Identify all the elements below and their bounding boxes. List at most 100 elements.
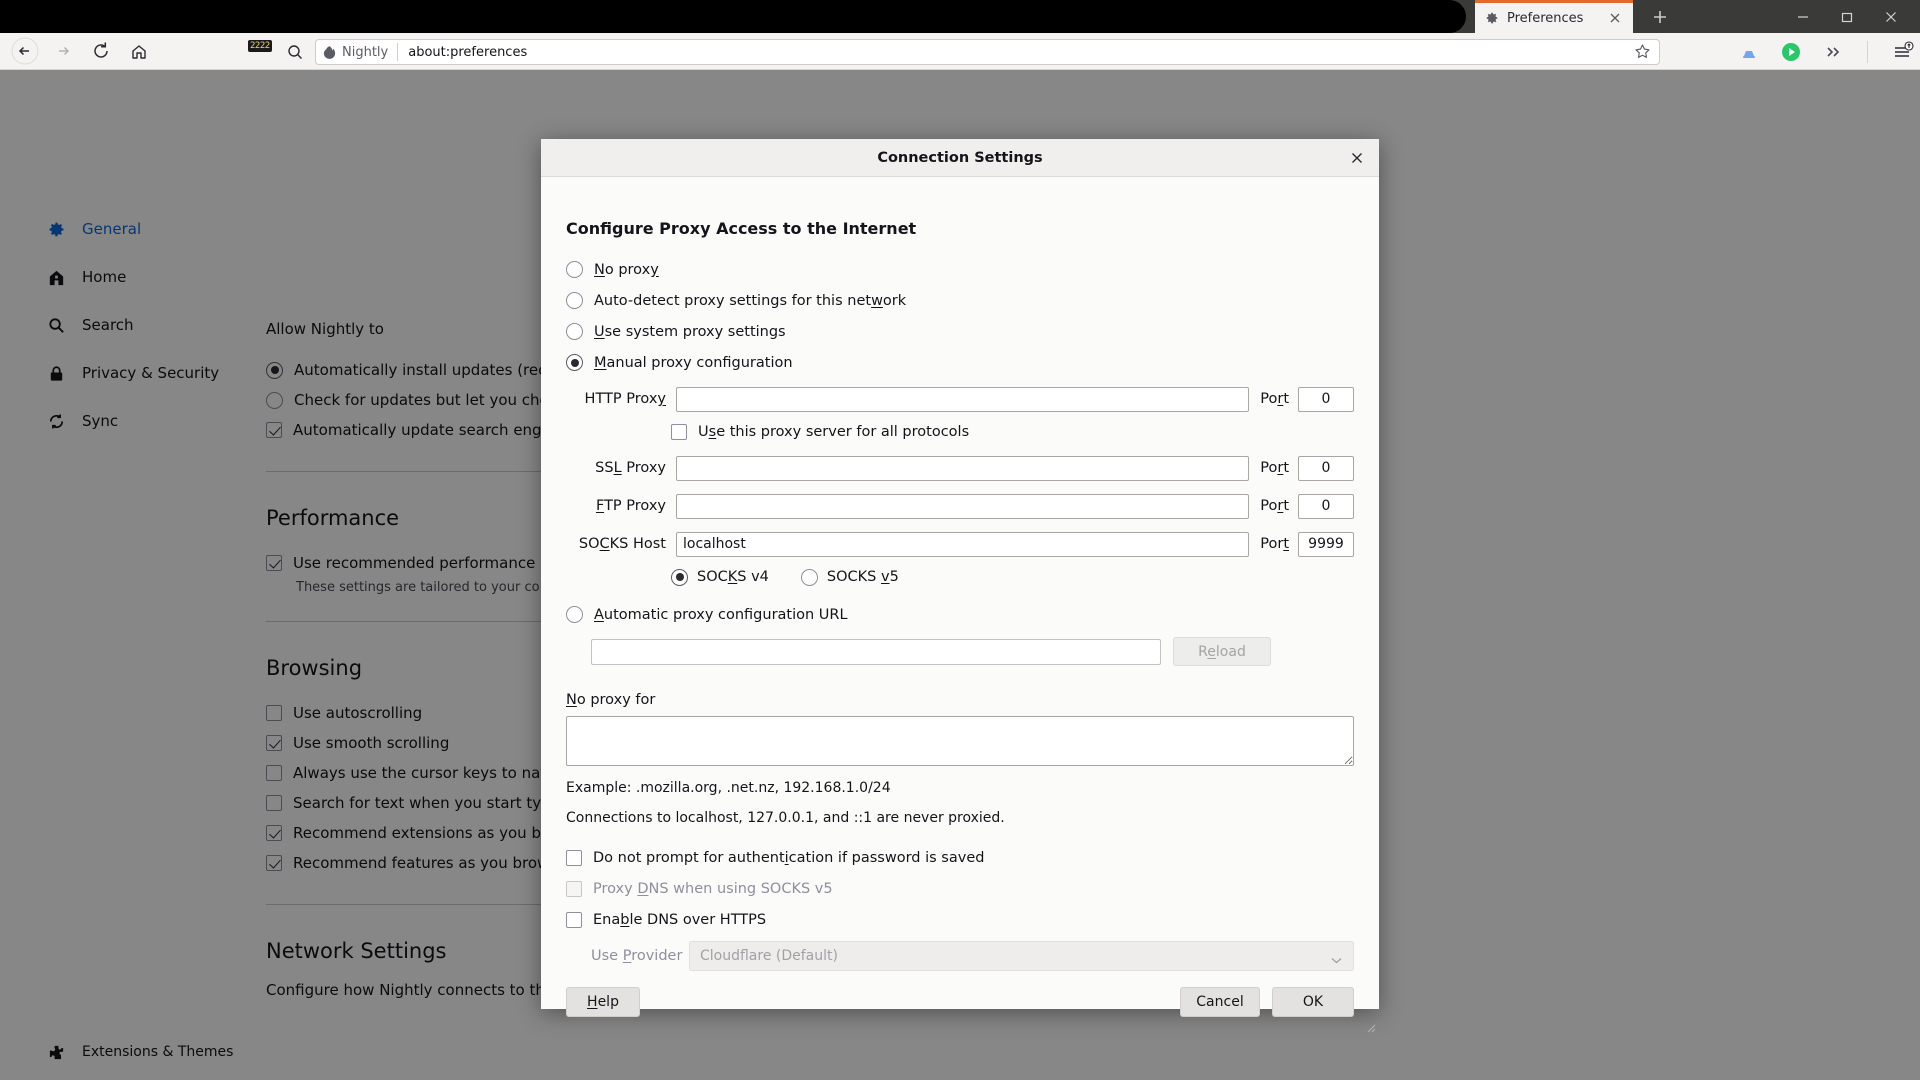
dialog-heading: Configure Proxy Access to the Internet	[566, 219, 917, 238]
ssl-proxy-input[interactable]	[676, 455, 1250, 481]
tab-count-badge: 2222	[248, 40, 272, 52]
new-tab-button[interactable]	[1645, 3, 1675, 31]
address-bar[interactable]: Nightly about:preferences	[315, 39, 1660, 65]
proxy-mode-label: Automatic proxy configuration URL	[594, 606, 848, 623]
use-for-all-protocols-checkbox[interactable]: Use this proxy server for all protocols	[671, 416, 1354, 447]
radio-icon[interactable]	[566, 292, 583, 309]
socks-host-label: SOCKS Host	[578, 536, 666, 552]
http-port-input[interactable]	[1298, 386, 1354, 412]
toolbar-separator	[1867, 41, 1868, 63]
tabstrip-empty-area	[0, 0, 1466, 33]
forward-arrow-icon	[46, 36, 80, 66]
enable-doh-checkbox[interactable]: Enable DNS over HTTPS	[566, 904, 1354, 935]
pac-url-row: Reload	[591, 637, 1354, 666]
ok-button[interactable]: OK	[1272, 987, 1354, 1017]
window-controls	[1794, 0, 1914, 33]
proxy-mode-label: Auto-detect proxy settings for this netw…	[594, 292, 907, 309]
doh-provider-select[interactable]: Cloudflare (Default)	[689, 941, 1354, 971]
url-text[interactable]: about:preferences	[408, 45, 1633, 60]
dialog-titlebar: Connection Settings	[541, 139, 1379, 177]
connection-settings-dialog: Connection Settings Configure Proxy Acce…	[541, 139, 1379, 1033]
identity-label: Nightly	[342, 44, 389, 60]
ssl-proxy-row: SSL Proxy Port	[566, 451, 1354, 485]
back-arrow-icon[interactable]	[8, 36, 42, 66]
identity-box[interactable]: Nightly	[322, 45, 397, 60]
ftp-proxy-row: FTP Proxy Port	[566, 489, 1354, 523]
browser-tab-preferences[interactable]: Preferences	[1475, 0, 1633, 33]
close-icon[interactable]	[1882, 8, 1900, 26]
http-proxy-row: HTTP Proxy Port	[566, 382, 1354, 416]
gear-icon	[1483, 9, 1501, 27]
dialog-body: Configure Proxy Access to the Internet N…	[541, 177, 1379, 971]
socks-host-row: SOCKS Host Port	[566, 527, 1354, 561]
minimize-icon[interactable]	[1794, 8, 1812, 26]
cancel-label: Cancel	[1196, 994, 1244, 1010]
radio-icon-socks-v5[interactable]	[800, 568, 818, 586]
checkbox-icon[interactable]	[671, 423, 687, 440]
socks-host-input[interactable]	[676, 531, 1250, 557]
socks-v5-label: SOCKS v5	[826, 569, 899, 585]
radio-icon[interactable]	[566, 354, 583, 371]
toolbar-right-icons	[1737, 39, 1914, 65]
no-proxy-for-label: No proxy for	[566, 692, 656, 708]
reload-label: Reload	[1198, 643, 1246, 660]
proxy-mode-manual[interactable]: Manual proxy configuration	[566, 347, 1354, 378]
proxy-dns-socks5-checkbox: Proxy DNS when using SOCKS v5	[566, 873, 1354, 904]
checkbox-icon[interactable]	[566, 911, 582, 928]
ftp-proxy-input[interactable]	[676, 493, 1250, 519]
do-not-prompt-auth-checkbox[interactable]: Do not prompt for authentication if pass…	[566, 842, 1354, 873]
chevron-down-icon	[1331, 953, 1342, 969]
ftp-port-label: Port	[1260, 498, 1289, 514]
ok-label: OK	[1302, 994, 1324, 1010]
checkbox-label: Proxy DNS when using SOCKS v5	[593, 880, 833, 897]
help-button[interactable]: Help	[566, 987, 640, 1017]
dialog-title: Connection Settings	[877, 149, 1043, 166]
overflow-chevrons-icon[interactable]	[1821, 40, 1845, 64]
checkbox-label: Do not prompt for authentication if pass…	[593, 849, 985, 866]
app-menu-icon[interactable]	[1890, 40, 1914, 64]
proxy-mode-auto-detect[interactable]: Auto-detect proxy settings for this netw…	[566, 285, 1354, 316]
ftp-proxy-label: FTP Proxy	[595, 498, 666, 514]
proxy-mode-system[interactable]: Use system proxy settings	[566, 316, 1354, 347]
radio-icon[interactable]	[566, 323, 583, 340]
socks-port-input[interactable]	[1298, 531, 1354, 557]
proxy-mode-label: No proxy	[594, 261, 659, 278]
ssl-port-input[interactable]	[1298, 455, 1354, 481]
play-icon[interactable]	[1779, 40, 1803, 64]
tab-strip: Preferences	[0, 0, 1920, 33]
http-proxy-input[interactable]	[676, 386, 1250, 412]
http-proxy-label: HTTP Proxy	[584, 391, 666, 407]
resize-grip-icon[interactable]	[1364, 1018, 1376, 1033]
doh-provider-label: Use Provider	[591, 948, 683, 964]
tab-title: Preferences	[1507, 10, 1584, 26]
socks-version-group: SOCKS v4 SOCKS v5	[671, 561, 1354, 593]
radio-icon[interactable]	[566, 606, 583, 623]
home-icon[interactable]	[122, 36, 156, 66]
close-icon[interactable]	[1347, 148, 1367, 168]
container-icon[interactable]	[1737, 40, 1761, 64]
checkbox-icon	[566, 880, 582, 897]
star-icon[interactable]	[1633, 42, 1653, 62]
pac-url-input[interactable]	[591, 638, 1161, 665]
nightly-logo-icon	[323, 45, 336, 59]
radio-icon-socks-v4[interactable]	[671, 568, 688, 586]
reload-button[interactable]: Reload	[1173, 637, 1271, 666]
proxy-mode-auto-url[interactable]: Automatic proxy configuration URL	[566, 599, 1354, 630]
ftp-port-input[interactable]	[1298, 493, 1354, 519]
checkbox-label: Enable DNS over HTTPS	[593, 911, 767, 928]
socks-v4-label: SOCKS v4	[697, 569, 769, 585]
maximize-icon[interactable]	[1838, 8, 1856, 26]
cancel-button[interactable]: Cancel	[1180, 987, 1260, 1017]
proxy-mode-no-proxy[interactable]: No proxy	[566, 254, 1354, 285]
radio-icon[interactable]	[566, 261, 583, 278]
browser-window: Preferences 2222 Nightly about:preferenc…	[0, 0, 1920, 1080]
no-proxy-note: Connections to localhost, 127.0.0.1, and…	[566, 810, 1005, 826]
search-icon[interactable]	[286, 43, 304, 61]
close-icon[interactable]	[1605, 8, 1625, 28]
checkbox-label: Use this proxy server for all protocols	[698, 423, 970, 440]
doh-provider-value: Cloudflare (Default)	[700, 948, 838, 964]
reload-icon[interactable]	[84, 36, 118, 66]
no-proxy-example: Example: .mozilla.org, .net.nz, 192.168.…	[566, 780, 891, 796]
checkbox-icon[interactable]	[566, 849, 582, 866]
no-proxy-for-textarea[interactable]	[566, 716, 1354, 766]
